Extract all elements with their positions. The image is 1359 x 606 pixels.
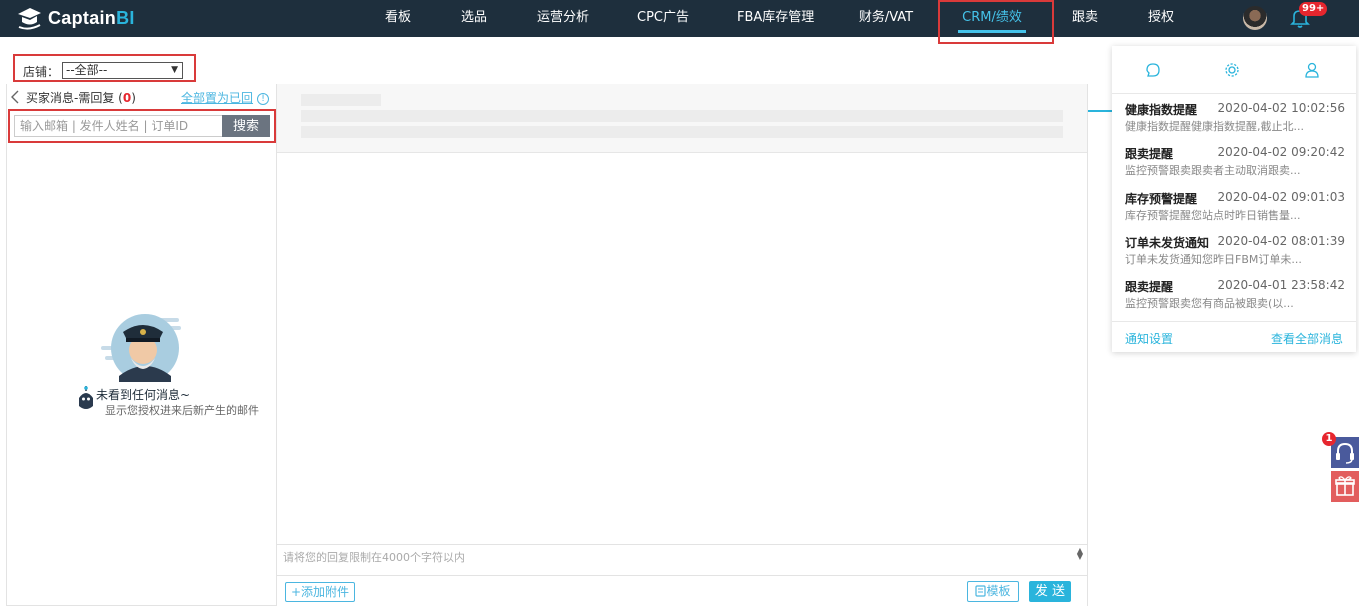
send-button[interactable]: 发 送 xyxy=(1029,581,1071,602)
nav-item-authorization[interactable]: 授权 xyxy=(1148,0,1174,37)
message-tab-icon[interactable] xyxy=(1145,62,1161,78)
user-avatar[interactable] xyxy=(1243,6,1267,30)
skeleton-line xyxy=(301,110,1063,122)
notification-tabs xyxy=(1112,46,1356,94)
notification-badge: 99+ xyxy=(1299,2,1328,16)
nav-item-dashboard[interactable]: 看板 xyxy=(385,0,411,37)
store-filter: 店铺： --全部-- ▼ xyxy=(13,54,196,82)
skeleton-line xyxy=(301,94,381,106)
nav-item-product-selection[interactable]: 选品 xyxy=(461,0,487,37)
message-header-placeholder xyxy=(277,84,1087,153)
nav-item-hijacking[interactable]: 跟卖 xyxy=(1072,0,1098,37)
mark-all-read-link[interactable]: 全部置为已回 xyxy=(181,89,253,106)
chevron-left-icon[interactable] xyxy=(10,90,20,104)
store-select[interactable]: --全部-- ▼ xyxy=(62,62,183,79)
nav-item-operations-analysis[interactable]: 运营分析 xyxy=(537,0,589,37)
notification-item[interactable]: 订单未发货通知 2020-04-02 08:01:39 订单未发货通知您昨日FB… xyxy=(1125,234,1345,274)
top-nav: CaptainBI 看板 选品 运营分析 CPC广告 FBA库存管理 财务/VA… xyxy=(0,0,1359,37)
search-button[interactable]: 搜索 xyxy=(222,115,270,137)
info-icon[interactable]: ! xyxy=(257,93,269,105)
right-tab-indicator xyxy=(1088,110,1113,112)
gift-icon[interactable] xyxy=(1331,471,1359,502)
captain-illustration xyxy=(101,314,181,382)
notification-settings-link[interactable]: 通知设置 xyxy=(1125,330,1173,347)
search-input[interactable] xyxy=(14,115,223,137)
add-attachment-button[interactable]: +添加附件 xyxy=(285,582,355,602)
notification-footer: 通知设置 查看全部消息 xyxy=(1112,321,1356,352)
notification-item[interactable]: 跟卖提醒 2020-04-02 09:20:42 监控预警跟卖跟卖者主动取消跟卖… xyxy=(1125,145,1345,185)
notification-popup: 健康指数提醒 2020-04-02 10:02:56 健康指数提醒健康指数提醒,… xyxy=(1112,46,1356,352)
captain-hat-icon xyxy=(18,8,41,30)
active-nav-highlight xyxy=(938,0,1054,44)
empty-state-description: 显示您授权进来后新产生的邮件 xyxy=(105,404,259,417)
reply-textarea[interactable]: 请将您的回复限制在4000个字符以内 ▲ ▼ xyxy=(277,544,1087,576)
user-icon[interactable] xyxy=(1304,62,1320,78)
notification-item[interactable]: 健康指数提醒 2020-04-02 10:02:56 健康指数提醒健康指数提醒,… xyxy=(1125,101,1345,141)
inbox-search: 搜索 xyxy=(8,109,276,143)
store-label: 店铺： xyxy=(23,65,60,79)
view-all-messages-link[interactable]: 查看全部消息 xyxy=(1271,330,1343,347)
notification-item[interactable]: 跟卖提醒 2020-04-01 23:58:42 监控预警跟卖您有商品被跟卖(以… xyxy=(1125,278,1345,318)
inbox-count: 0 xyxy=(122,91,132,105)
nav-item-finance-vat[interactable]: 财务/VAT xyxy=(858,0,914,37)
template-button[interactable]: 模板 xyxy=(967,581,1019,602)
gear-icon[interactable] xyxy=(1224,62,1240,78)
notification-item[interactable]: 库存预警提醒 2020-04-02 09:01:03 库存预警提醒您站点时昨日销… xyxy=(1125,190,1345,230)
empty-state-title: 未看到任何消息~ xyxy=(96,388,191,402)
support-badge: 1 xyxy=(1322,432,1336,446)
store-select-value: --全部-- xyxy=(66,63,108,77)
nav-item-cpc-ads[interactable]: CPC广告 xyxy=(637,0,689,37)
nav-item-fba-inventory[interactable]: FBA库存管理 xyxy=(737,0,814,37)
message-detail-panel: 请将您的回复限制在4000个字符以内 ▲ ▼ +添加附件 模板 发 送 xyxy=(277,84,1088,606)
reply-placeholder: 请将您的回复限制在4000个字符以内 xyxy=(283,551,465,564)
dropdown-arrow-icon: ▼ xyxy=(171,65,178,75)
logo[interactable]: CaptainBI xyxy=(16,4,135,32)
resize-spinner-icon[interactable]: ▲ ▼ xyxy=(1077,547,1083,561)
inbox-title: 买家消息-需回复 (0) xyxy=(26,91,136,105)
template-icon xyxy=(975,585,987,597)
logo-text: CaptainBI xyxy=(48,7,135,28)
skeleton-line xyxy=(301,126,1063,138)
robot-icon xyxy=(79,386,93,409)
